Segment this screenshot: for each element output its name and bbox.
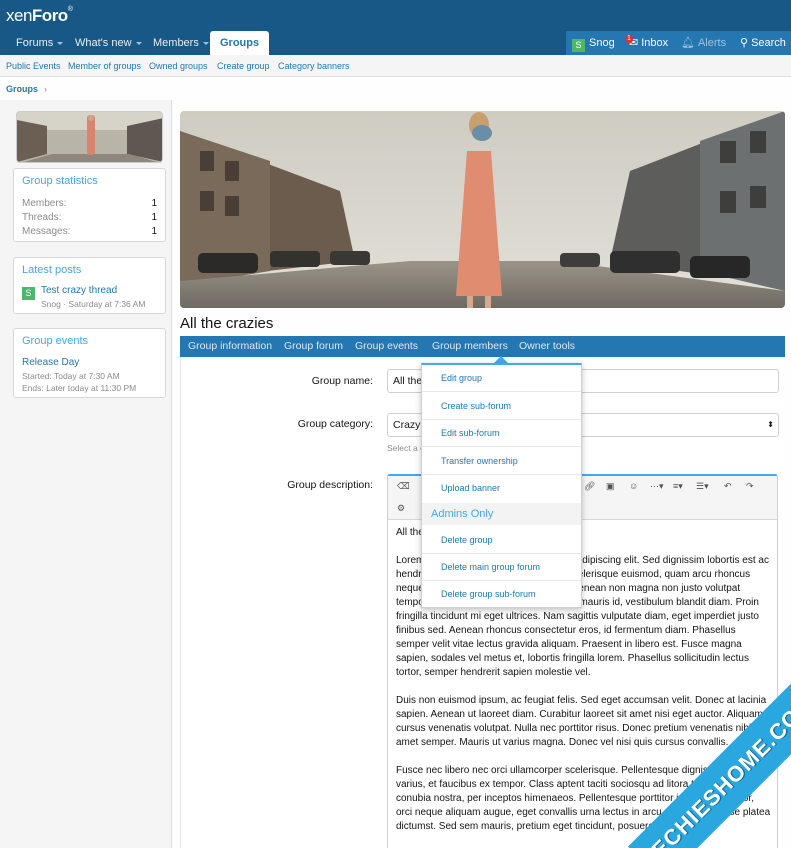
search-icon: ⚲ — [740, 37, 749, 49]
nav-members[interactable]: Members — [153, 31, 209, 55]
chevron-down-icon[interactable] — [57, 41, 64, 45]
stat-messages: Messages: 1 — [22, 226, 157, 237]
sub-nav: Public Events Member of groups Owned gro… — [0, 55, 791, 77]
align-icon[interactable]: ≡▾ — [673, 481, 683, 492]
latest-post-meta: Snog · Saturday at 7:36 AM — [41, 299, 146, 309]
tab-group-members[interactable]: Group members — [432, 336, 508, 356]
select-arrows-icon: ⬍ — [767, 420, 774, 429]
group-statistics-title: Group statistics — [22, 175, 98, 187]
group-banner-image — [180, 111, 785, 308]
nav-whats-new[interactable]: What's new — [75, 31, 142, 55]
smiley-icon[interactable]: ☺ — [629, 481, 638, 491]
page-title: All the crazies — [180, 315, 274, 332]
search-link[interactable]: ⚲ Search — [740, 31, 786, 55]
group-thumbnail[interactable] — [16, 111, 163, 163]
group-statistics-block: Group statistics Members: 1 Threads: 1 Mes… — [13, 168, 166, 242]
menu-delete-main-group-forum[interactable]: Delete main group forum — [422, 554, 581, 581]
inbox-link[interactable]: 1 ✉ Inbox — [625, 31, 668, 55]
subnav-category-banners[interactable]: Category banners — [278, 55, 350, 77]
stat-members: Members: 1 — [22, 198, 157, 209]
subnav-member-of-groups[interactable]: Member of groups — [68, 55, 141, 77]
site-header: xenForo® Forums What's new Members Group… — [0, 0, 791, 55]
alerts-link[interactable]: 🔔︎ Alerts — [681, 31, 726, 55]
group-events-block: Group events Release Day Started: Today … — [13, 328, 166, 398]
undo-icon[interactable]: ↶ — [724, 481, 732, 492]
event-link[interactable]: Release Day — [22, 357, 79, 368]
bell-icon: 🔔︎ — [681, 37, 695, 49]
group-banner — [180, 111, 785, 308]
link-icon[interactable]: 🔗︎ — [584, 481, 595, 492]
tab-group-forum[interactable]: Group forum — [284, 336, 343, 356]
editor-paragraph: Duis non euismod ipsum, ac feugiat felis… — [396, 695, 768, 748]
chevron-down-icon[interactable] — [202, 41, 209, 45]
tab-owner-tools[interactable]: Owner tools — [519, 336, 575, 356]
latest-post-link[interactable]: Test crazy thread — [41, 285, 117, 296]
menu-upload-banner[interactable]: Upload banner — [422, 475, 581, 502]
event-ends: Ends: Later today at 11:30 PM — [22, 383, 137, 393]
avatar[interactable]: S — [22, 287, 35, 300]
stat-threads: Threads: 1 — [22, 212, 157, 223]
group-events-title: Group events — [22, 335, 89, 347]
group-thumbnail-image — [17, 112, 162, 162]
menu-create-sub-forum[interactable]: Create sub-forum — [422, 393, 581, 420]
account-link[interactable]: S Snog — [572, 31, 615, 55]
eraser-icon[interactable]: ⌫ — [397, 481, 410, 492]
menu-delete-group[interactable]: Delete group — [422, 527, 581, 554]
list-icon[interactable]: ☰▾ — [696, 481, 709, 492]
gear-icon[interactable]: ⚙ — [397, 503, 405, 514]
subnav-create-group[interactable]: Create group — [217, 55, 270, 77]
group-tabs: Group information Group forum Group even… — [180, 336, 785, 357]
group-name-label: Group name: — [311, 375, 373, 387]
nav-forums[interactable]: Forums — [16, 31, 64, 55]
menu-pointer — [494, 356, 508, 363]
menu-edit-sub-forum[interactable]: Edit sub-forum — [422, 420, 581, 447]
menu-transfer-ownership[interactable]: Transfer ownership — [422, 448, 581, 475]
subnav-public-events[interactable]: Public Events — [6, 55, 61, 77]
group-category-label: Group category: — [297, 418, 373, 430]
menu-edit-group[interactable]: Edit group — [422, 365, 581, 392]
breadcrumb-groups[interactable]: Groups — [6, 84, 38, 94]
avatar: S — [572, 39, 585, 52]
menu-delete-group-sub-forum[interactable]: Delete group sub-forum — [422, 581, 581, 608]
image-icon[interactable]: ▣ — [606, 481, 615, 492]
breadcrumb-separator: › — [44, 84, 48, 94]
redo-icon[interactable]: ↷ — [746, 481, 754, 492]
group-description-label: Group description: — [287, 479, 373, 491]
account-nav: S Snog 1 ✉ Inbox 🔔︎ Alerts ⚲ Search — [566, 31, 791, 55]
subnav-owned-groups[interactable]: Owned groups — [149, 55, 208, 77]
inbox-badge: 1 — [625, 35, 633, 43]
chevron-down-icon[interactable] — [135, 41, 142, 45]
owner-tools-menu: Edit group Create sub-forum Edit sub-for… — [421, 363, 582, 608]
latest-posts-block: Latest posts S Test crazy thread Snog · … — [13, 257, 166, 314]
more-icon[interactable]: ⋯▾ — [650, 481, 664, 492]
tab-group-events[interactable]: Group events — [355, 336, 418, 356]
breadcrumb: Groups › — [6, 84, 47, 94]
admins-only-header: Admins Only — [422, 503, 581, 525]
event-started: Started: Today at 7:30 AM — [22, 371, 120, 381]
site-logo[interactable]: xenForo® — [6, 6, 73, 26]
nav-groups[interactable]: Groups — [210, 31, 270, 55]
tab-group-information[interactable]: Group information — [188, 336, 272, 356]
latest-posts-title: Latest posts — [22, 264, 82, 276]
